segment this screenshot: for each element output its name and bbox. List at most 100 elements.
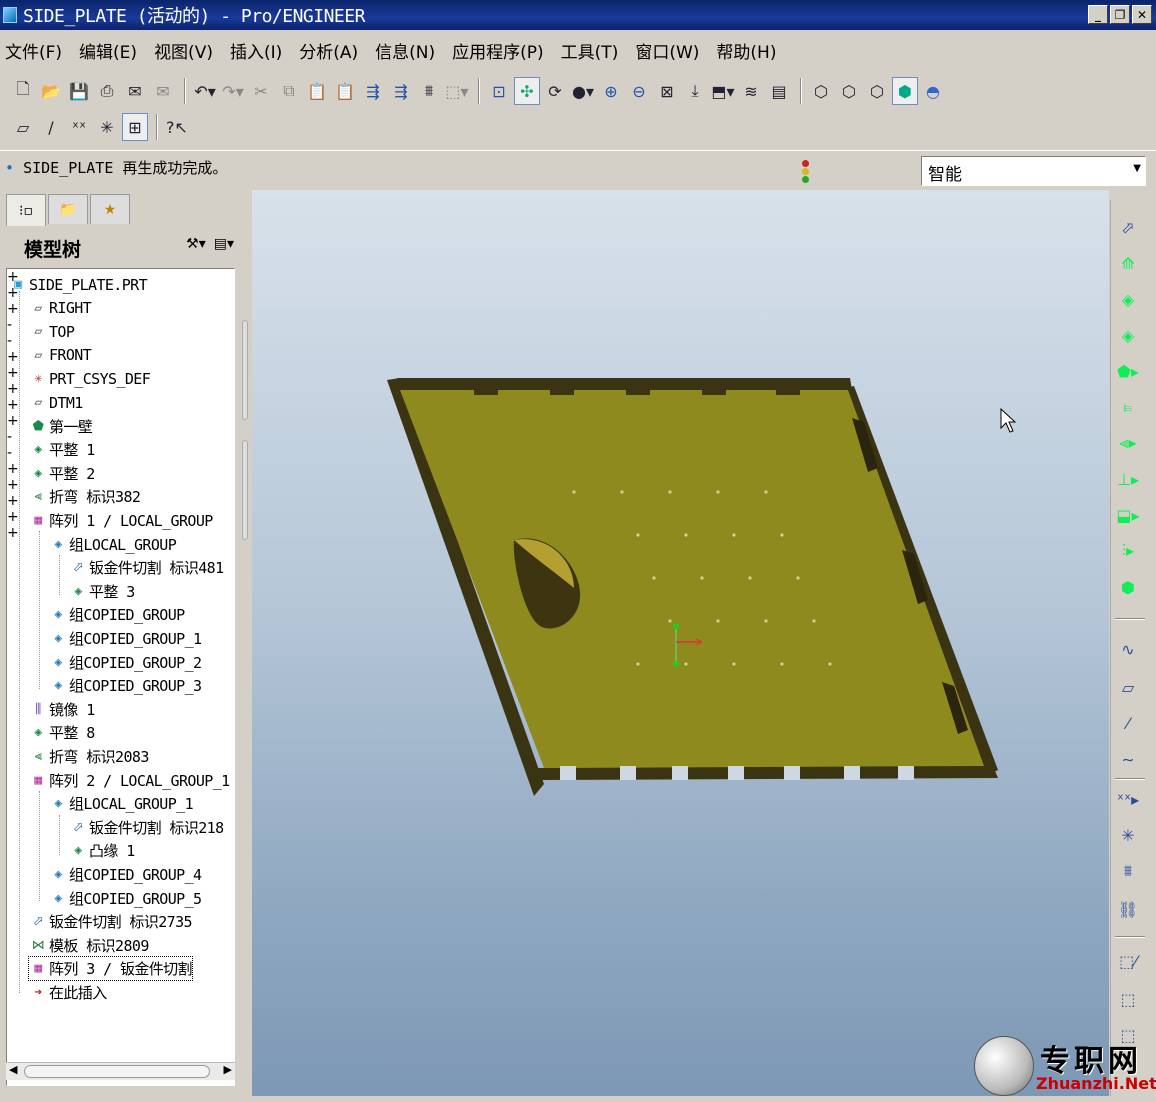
chevron-down-icon[interactable]: ▼ (1133, 163, 1141, 174)
tree-node[interactable]: ⫷ 折弯 标识2083 (29, 745, 150, 768)
datum-axis-display-icon[interactable]: / (38, 113, 64, 141)
plate-face[interactable] (400, 390, 984, 768)
redo-icon[interactable]: ↷▾ (220, 77, 246, 105)
spin-center-icon[interactable]: ✣ (514, 77, 540, 105)
scroll-right-icon[interactable]: ▶ (224, 1063, 232, 1076)
send-icon[interactable]: ✉ (150, 77, 176, 105)
tree-node[interactable]: ◈ 组COPIED_GROUP_1 (49, 627, 202, 650)
model-view[interactable] (252, 190, 1109, 1096)
menu-info[interactable]: 信息(N) (375, 38, 435, 63)
tree-display-icon[interactable]: ▤▾ (214, 236, 234, 252)
datum-point-tool-icon[interactable]: ˣˣ▸ (1115, 786, 1141, 812)
new-file-icon[interactable]: 🗋 (10, 77, 36, 105)
tree-node[interactable]: ➔ 在此插入 (29, 981, 107, 1004)
note-tool-icon[interactable]: ⬚ (1115, 986, 1141, 1012)
flat-pattern-icon[interactable]: ⫶▸ (1115, 538, 1141, 564)
sketch-tool-icon[interactable]: ∿ (1115, 636, 1141, 662)
open-folder-icon[interactable]: 📂 (38, 77, 64, 105)
zoom-out-icon[interactable]: ⊖ (626, 77, 652, 105)
reorient-icon[interactable]: ⤓ (682, 77, 708, 105)
paste-special-icon[interactable]: 📋 (332, 77, 358, 105)
scrollbar-thumb[interactable] (24, 1065, 210, 1078)
menu-file[interactable]: 文件(F) (5, 38, 62, 63)
paste-icon[interactable]: 📋 (304, 77, 330, 105)
tree-node[interactable]: ⬀ 钣金件切割 标识218 (69, 816, 224, 839)
menu-window[interactable]: 窗口(W) (635, 38, 699, 63)
unbend-icon[interactable]: ⊥▸ (1115, 466, 1141, 492)
menu-help[interactable]: 帮助(H) (716, 38, 776, 63)
menu-view[interactable]: 视图(V) (154, 38, 213, 63)
select-box-icon[interactable]: ⬚▾ (444, 77, 470, 105)
tree-node[interactable]: ◈ 组COPIED_GROUP_3 (49, 674, 202, 697)
close-button[interactable]: ✕ (1132, 5, 1152, 24)
tree-settings-icon[interactable]: ⚒▾ (186, 236, 206, 252)
tree-node[interactable]: ▣ SIDE_PLATE.PRT (9, 273, 147, 296)
orient-mode-icon[interactable]: ⟳ (542, 77, 568, 105)
tree-node[interactable]: ◈ 平整 2 (29, 462, 95, 485)
tree-node[interactable]: ◈ 平整 3 (69, 580, 135, 603)
graphics-window[interactable] (252, 190, 1109, 1096)
datum-curve-tool-icon[interactable]: ∼ (1115, 746, 1141, 772)
refit-icon[interactable]: ⊠ (654, 77, 680, 105)
print-icon[interactable]: ⎙ (94, 77, 120, 105)
form-tool-icon[interactable]: ⬢ (1115, 574, 1141, 600)
tree-node[interactable]: ✳ PRT_CSYS_DEF (29, 367, 150, 390)
tree-node[interactable]: ▱ TOP (29, 320, 75, 343)
tree-node[interactable]: ⬀ 钣金件切割 标识2735 (29, 910, 193, 933)
tree-node[interactable]: ▦ 阵列 3 / 钣金件切割 (28, 956, 193, 982)
cut-icon[interactable]: ✂ (248, 77, 274, 105)
regenerate-icon[interactable]: ⇶ (360, 77, 386, 105)
wireframe-icon[interactable]: ⬡ (808, 77, 834, 105)
datum-point-display-icon[interactable]: ˣˣ (66, 113, 92, 141)
view-manager-icon[interactable]: ▤ (766, 77, 792, 105)
flange-wall-tool-icon[interactable]: ◈ (1115, 322, 1141, 348)
menu-applications[interactable]: 应用程序(P) (452, 38, 544, 63)
sheetmetal-convert-icon[interactable]: ⬀ (1115, 214, 1141, 240)
annotation-display-icon[interactable]: ⊞ (122, 113, 148, 141)
rip-icon[interactable]: ⫢ (1115, 394, 1141, 420)
annotation-tool-icon[interactable]: ⬚⁄ (1115, 948, 1141, 974)
menu-tools[interactable]: 工具(T) (561, 38, 619, 63)
context-help-icon[interactable]: ?↖ (164, 113, 190, 141)
tree-node[interactable]: ⬀ 钣金件切割 标识481 (69, 556, 224, 579)
email-icon[interactable]: ✉ (122, 77, 148, 105)
analysis-tool-icon[interactable]: ⩩ (1115, 858, 1141, 884)
saved-views-icon[interactable]: ⬒▾ (710, 77, 736, 105)
extrude-wall-icon[interactable]: ⬟▸ (1115, 358, 1141, 384)
tree-node[interactable]: ▱ FRONT (29, 344, 91, 367)
chain-tool-icon[interactable]: ⛓ (1115, 896, 1141, 922)
tree-node[interactable]: ⋈ 模板 标识2809 (29, 934, 150, 957)
tree-horizontal-scrollbar[interactable]: ◀ ▶ (6, 1062, 235, 1080)
scroll-left-icon[interactable]: ◀ (9, 1063, 17, 1076)
tab-favorites[interactable]: ★ (90, 194, 130, 224)
tree-node[interactable]: ▦ 阵列 2 / LOCAL_GROUP_1 (29, 769, 230, 792)
tab-folder-browser[interactable]: 📁 (48, 194, 88, 224)
tree-node[interactable]: ▱ RIGHT (29, 297, 91, 320)
layers-icon[interactable]: ≋ (738, 77, 764, 105)
model-tree-settings-icon[interactable]: ◓ (920, 77, 946, 105)
tree-node[interactable]: ◈ 组COPIED_GROUP_5 (49, 887, 202, 910)
model-tree[interactable]: ▣ SIDE_PLATE.PRT ▱ RIGHT ▱ TOP ▱ FRONT ✳ PRT_CSYS… (6, 268, 235, 1086)
regen-manager-icon[interactable]: ⇶ (388, 77, 414, 105)
tree-node[interactable]: ◈ 组LOCAL_GROUP (49, 533, 176, 556)
shading-icon[interactable]: ⬢ (892, 77, 918, 105)
find-icon[interactable]: ⩩ (416, 77, 442, 105)
zoom-in-icon[interactable]: ⊕ (598, 77, 624, 105)
bend-tool-icon[interactable]: ⫷▸ (1115, 430, 1141, 456)
undo-icon[interactable]: ↶▾ (192, 77, 218, 105)
minimize-button[interactable]: _ (1088, 5, 1108, 24)
hidden-line-icon[interactable]: ⬡ (836, 77, 862, 105)
repaint-icon[interactable]: ⊡ (486, 77, 512, 105)
tree-node[interactable]: ◈ 组COPIED_GROUP_4 (49, 863, 202, 886)
display-style-icon[interactable]: ●▾ (570, 77, 596, 105)
no-hidden-icon[interactable]: ⬡ (864, 77, 890, 105)
flat-wall-tool-icon[interactable]: ◈ (1115, 286, 1141, 312)
tree-node[interactable]: ⫼ 镜像 1 (29, 698, 95, 721)
save-icon[interactable]: 💾 (66, 77, 92, 105)
tree-node[interactable]: ▦ 阵列 1 / LOCAL_GROUP (29, 509, 213, 532)
datum-plane-tool-icon[interactable]: ▱ (1115, 674, 1141, 700)
tree-node[interactable]: ◈ 凸缘 1 (69, 839, 135, 862)
menu-insert[interactable]: 插入(I) (230, 38, 282, 63)
tree-node[interactable]: ◈ 组COPIED_GROUP_2 (49, 651, 202, 674)
tree-node[interactable]: ◈ 组COPIED_GROUP (49, 603, 185, 626)
